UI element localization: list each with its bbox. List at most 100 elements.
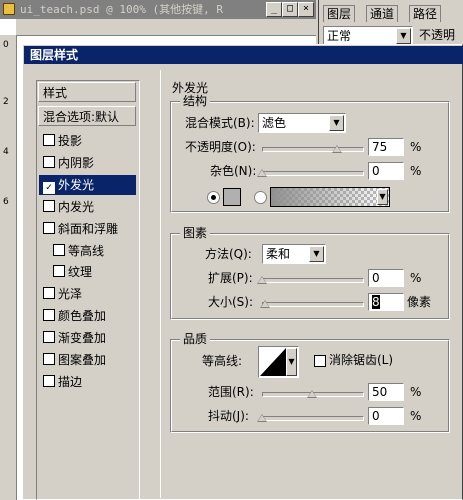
style-item-checkbox[interactable] (43, 353, 55, 365)
jitter-slider-thumb[interactable] (257, 414, 267, 422)
gradient-radio[interactable] (254, 191, 267, 204)
chevron-down-icon: ▼ (377, 189, 388, 205)
jitter-slider-track[interactable] (262, 416, 364, 421)
style-item-checkbox[interactable]: ✓ (43, 181, 55, 194)
spread-unit: % (410, 271, 422, 285)
styles-header[interactable]: 样式 (38, 82, 136, 102)
style-item-label: 描边 (58, 374, 83, 389)
style-item[interactable]: 等高线 (39, 241, 136, 261)
opacity-slider-track[interactable] (262, 147, 364, 152)
style-item[interactable]: 渐变叠加 (39, 328, 136, 348)
spread-input[interactable]: 0 (368, 269, 404, 287)
size-input[interactable]: 8 (368, 293, 404, 311)
ruler-mark: 6 (3, 197, 9, 207)
range-slider-thumb[interactable] (307, 390, 317, 398)
maximize-button[interactable]: □ (282, 2, 298, 17)
style-item-label: 渐变叠加 (58, 331, 107, 346)
document-icon (3, 3, 15, 15)
antialias-checkbox[interactable] (314, 355, 326, 367)
range-input[interactable]: 50 (368, 383, 404, 401)
blend-mode-label: 混合模式(B): (185, 116, 255, 130)
dialog-title-bar: 图层样式 (24, 46, 463, 64)
style-item-checkbox[interactable] (43, 374, 55, 387)
ruler-mark: 0 (3, 40, 9, 50)
opacity-input[interactable]: 75 (368, 138, 404, 156)
style-item[interactable]: 光泽 (39, 284, 136, 304)
blend-mode-value: 滤色 (262, 116, 287, 130)
contour-label: 等高线: (202, 354, 243, 368)
layers-panel: 图层 通道 路径 正常 ▼ 不透明 (318, 0, 463, 46)
antialias-label: 消除锯齿(L) (329, 353, 394, 367)
spread-label: 扩展(P): (208, 271, 253, 285)
spread-slider-thumb[interactable] (257, 276, 267, 284)
dialog-title: 图层样式 (30, 48, 79, 62)
style-item-label: 等高线 (68, 243, 105, 258)
noise-unit: % (410, 164, 422, 178)
style-item[interactable]: ✓ 外发光 (39, 174, 136, 195)
style-item[interactable]: 斜面和浮雕 (39, 219, 136, 239)
solid-color-radio[interactable] (207, 191, 220, 204)
noise-slider-thumb[interactable] (257, 169, 267, 177)
blend-mode-select[interactable]: 滤色 ▼ (258, 113, 346, 133)
style-item-checkbox[interactable] (53, 265, 65, 278)
style-item[interactable]: 描边 (39, 372, 136, 392)
technique-select[interactable]: 柔和 ▼ (262, 244, 326, 264)
tab-layers[interactable]: 图层 (323, 5, 356, 22)
style-item[interactable]: 内发光 (39, 197, 136, 217)
spread-slider-track[interactable] (262, 278, 364, 283)
noise-slider-track[interactable] (262, 171, 364, 176)
technique-label: 方法(Q): (205, 247, 252, 261)
glow-gradient-picker[interactable]: ▼ (270, 187, 390, 207)
style-item-checkbox[interactable] (43, 199, 55, 212)
minimize-button[interactable]: _ (266, 2, 282, 17)
noise-label: 杂色(N): (210, 164, 257, 178)
layer-blend-value: 正常 (327, 29, 352, 43)
style-item[interactable]: 投影 (39, 131, 136, 151)
style-item[interactable]: 图案叠加 (39, 350, 136, 370)
style-item-checkbox[interactable] (43, 309, 55, 322)
jitter-unit: % (410, 409, 422, 423)
range-unit: % (410, 385, 422, 399)
opacity-slider-thumb[interactable] (332, 145, 342, 153)
style-item-label: 斜面和浮雕 (58, 221, 119, 236)
style-item-checkbox[interactable] (53, 243, 65, 256)
document-title-bar: ui_teach.psd @ 100% (其他按键, R _ □ × (0, 0, 316, 19)
ruler-mark: 4 (3, 147, 9, 157)
chevron-down-icon: ▼ (329, 115, 344, 131)
jitter-input[interactable]: 0 (368, 407, 404, 425)
style-item[interactable]: 内阴影 (39, 153, 136, 173)
layer-opacity-label: 不透明 (419, 28, 456, 42)
style-item-checkbox[interactable] (43, 155, 55, 168)
style-item-checkbox[interactable] (43, 134, 55, 146)
style-item[interactable]: 纹理 (39, 262, 136, 282)
blend-options-item[interactable]: 混合选项:默认 (38, 106, 136, 126)
styles-list: 样式 混合选项:默认 投影 内阴影 ✓ 外发光 内发光 斜面和浮雕 等高线 纹理 光泽 颜色叠加渐… (36, 80, 140, 500)
tab-channels[interactable]: 通道 (366, 5, 399, 22)
chevron-down-icon: ▼ (396, 28, 411, 44)
noise-input[interactable]: 0 (368, 162, 404, 180)
elements-title: 图素 (180, 226, 211, 240)
content-panel-border (160, 70, 161, 498)
contour-preview-icon (260, 348, 286, 376)
layer-blend-select[interactable]: 正常 ▼ (323, 26, 413, 46)
contour-picker[interactable]: ▼ (258, 346, 299, 378)
opacity-unit: % (410, 140, 422, 154)
document-title: ui_teach.psd @ 100% (其他按键, R (20, 3, 223, 16)
tab-paths[interactable]: 路径 (409, 5, 442, 22)
close-button[interactable]: × (298, 2, 314, 17)
ruler-left: 0 2 4 6 (0, 35, 17, 500)
style-item-label: 颜色叠加 (58, 309, 107, 324)
style-item-checkbox[interactable] (43, 331, 55, 344)
size-slider-thumb[interactable] (260, 300, 270, 308)
size-slider-track[interactable] (262, 302, 364, 307)
style-item[interactable]: 颜色叠加 (39, 306, 136, 326)
style-item-checkbox[interactable] (43, 221, 55, 234)
glow-color-swatch[interactable] (223, 188, 241, 206)
size-label: 大小(S): (208, 295, 254, 309)
technique-value: 柔和 (266, 247, 291, 261)
ruler-top (16, 19, 316, 36)
style-item-checkbox[interactable] (43, 287, 55, 300)
style-item-label: 外发光 (58, 177, 95, 192)
structure-title: 结构 (180, 94, 211, 108)
ruler-mark: 2 (3, 97, 9, 107)
